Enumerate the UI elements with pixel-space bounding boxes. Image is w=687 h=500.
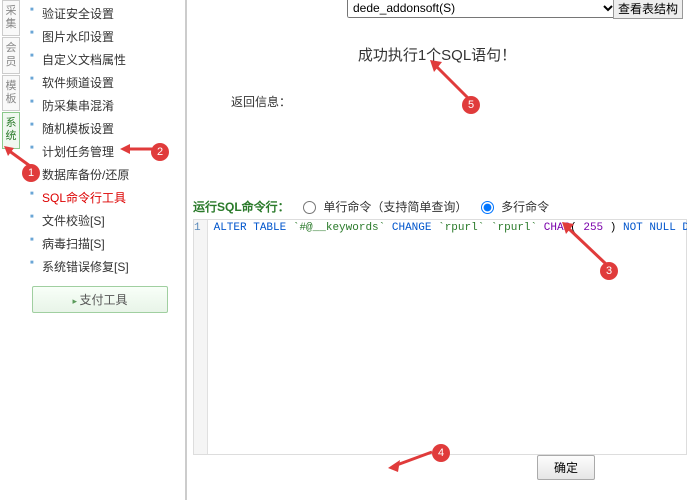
left-tab-0[interactable]: 采 集: [2, 0, 20, 36]
pay-tool-button[interactable]: 支付工具: [32, 286, 168, 313]
code-gutter: 1: [194, 220, 208, 454]
radio-single[interactable]: [303, 201, 316, 214]
sidebar-item-4[interactable]: 防采集串混淆: [24, 94, 176, 117]
sidebar-item-5[interactable]: 随机模板设置: [24, 117, 176, 140]
submit-button[interactable]: 确定: [537, 455, 595, 480]
code-content[interactable]: ALTER TABLE `#@__keywords` CHANGE `rpurl…: [208, 220, 687, 454]
sidebar-item-11[interactable]: 系统错误修复[S]: [24, 255, 176, 278]
radio-multi[interactable]: [481, 201, 494, 214]
sidebar-item-1[interactable]: 图片水印设置: [24, 25, 176, 48]
success-message: 成功执行1个SQL语句！: [187, 44, 687, 65]
sidebar-item-2[interactable]: 自定义文档属性: [24, 48, 176, 71]
left-tab-1[interactable]: 会 员: [2, 37, 20, 73]
radio-multi-label[interactable]: 多行命令: [501, 200, 549, 214]
return-info-label: 返回信息：: [231, 93, 687, 110]
main-panel: dede_addonsoft(S) 查看表结构 成功执行1个SQL语句！ 返回信…: [185, 0, 687, 500]
sql-run-row: 运行SQL命令行： 单行命令（支持简单查询） 多行命令: [193, 198, 687, 215]
left-tab-3[interactable]: 系 统: [2, 112, 20, 148]
sidebar-item-6[interactable]: 计划任务管理: [24, 140, 176, 163]
radio-single-label[interactable]: 单行命令（支持简单查询）: [323, 200, 467, 214]
sidebar-item-8[interactable]: SQL命令行工具: [24, 186, 176, 209]
sidebar-item-0[interactable]: 验证安全设置: [24, 2, 176, 25]
view-structure-button[interactable]: 查看表结构: [613, 0, 683, 19]
sql-run-label: 运行SQL命令行：: [193, 200, 290, 214]
sidebar-item-9[interactable]: 文件校验[S]: [24, 209, 176, 232]
left-tab-strip: 采 集会 员模 板系 统: [2, 0, 20, 150]
sidebar-item-7[interactable]: 数据库备份/还原: [24, 163, 176, 186]
table-select[interactable]: dede_addonsoft(S): [347, 0, 617, 18]
sql-code-area[interactable]: 1 ALTER TABLE `#@__keywords` CHANGE `rpu…: [193, 219, 687, 455]
sidebar: 验证安全设置图片水印设置自定义文档属性软件频道设置防采集串混淆随机模板设置计划任…: [24, 0, 176, 319]
sidebar-item-10[interactable]: 病毒扫描[S]: [24, 232, 176, 255]
left-tab-2[interactable]: 模 板: [2, 75, 20, 111]
sidebar-menu: 验证安全设置图片水印设置自定义文档属性软件频道设置防采集串混淆随机模板设置计划任…: [24, 0, 176, 280]
sidebar-item-3[interactable]: 软件频道设置: [24, 71, 176, 94]
table-select-wrap: dede_addonsoft(S): [347, 0, 617, 18]
